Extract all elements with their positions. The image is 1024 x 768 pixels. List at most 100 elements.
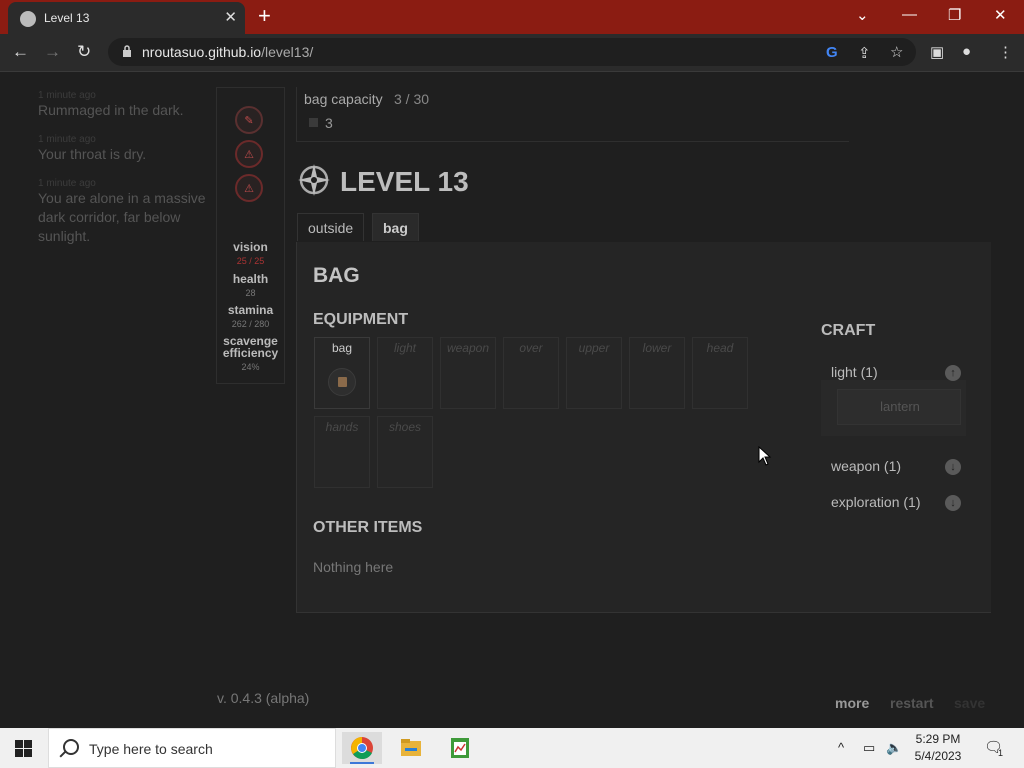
level-title: LEVEL 13 (340, 166, 469, 197)
menu-kebab-icon[interactable]: ⋮ (998, 43, 1013, 61)
forward-button[interactable]: → (44, 42, 61, 62)
perk-thirst-warning-icon[interactable]: ⚠ (235, 140, 263, 168)
tray-overflow-chevron-icon[interactable]: ^ (838, 740, 844, 755)
taskbar-clock[interactable]: 5:29 PM 5/4/2023 (908, 731, 968, 765)
chrome-taskbar-icon[interactable] (342, 732, 382, 764)
equipment-slot-weapon[interactable]: weapon (440, 337, 496, 409)
windows-start-icon[interactable] (15, 740, 32, 757)
notepad-app-icon[interactable] (440, 732, 480, 764)
slot-label: head (706, 341, 734, 355)
equipment-slot-head[interactable]: head (692, 337, 748, 409)
browser-toolbar: ← → ↻ nroutasuo.github.io/level13/ G ⇪ ☆… (0, 34, 1024, 72)
expand-down-icon[interactable]: ↓ (945, 495, 961, 511)
slot-label: lower (642, 341, 672, 355)
perk-pencil-icon[interactable]: ✎ (235, 106, 263, 134)
collapse-up-icon[interactable]: ↑ (945, 365, 961, 381)
tab-search-chevron-icon[interactable]: ⌄ (856, 6, 869, 24)
address-bar[interactable]: nroutasuo.github.io/level13/ G ⇪ ☆ (108, 38, 916, 66)
tab-title: Level 13 (44, 11, 90, 25)
windows-taskbar: Type here to search ^ ▭ 🔈 5:29 PM 5/4/20… (0, 728, 1024, 768)
bag-capacity-box: bag capacity 3 / 30 3 (296, 87, 849, 142)
scavenge-efficiency-label: scavenge efficiency (222, 334, 279, 360)
equipment-slot-over[interactable]: over (503, 337, 559, 409)
tab-close-icon[interactable]: ✕ (224, 8, 237, 26)
log-time: 1 minute ago (38, 134, 96, 145)
slot-label: light (393, 341, 416, 355)
perk-hunger-warning-icon[interactable]: ⚠ (235, 174, 263, 202)
close-window-button[interactable]: ✕ (994, 6, 1007, 24)
google-lens-icon[interactable]: G (826, 44, 838, 61)
browser-tab-strip: Level 13 ✕ + ⌄ — ❐ ✕ (0, 0, 1024, 34)
search-icon (63, 739, 79, 755)
recipe-label: lantern (880, 399, 920, 414)
save-link[interactable]: save (954, 695, 985, 711)
player-stats-panel: ✎ ⚠ ⚠ vision 25 / 25 health 28 stamina 2… (216, 87, 285, 384)
stamina-label: stamina (227, 303, 274, 317)
bag-heading: BAG (313, 264, 360, 287)
craft-lantern-button[interactable]: lantern (837, 389, 961, 425)
craft-category-light[interactable]: light (1) (831, 364, 878, 380)
craft-category-weapon[interactable]: weapon (1) (831, 458, 901, 474)
craft-heading: CRAFT (821, 322, 876, 339)
bookmark-star-icon[interactable]: ☆ (890, 43, 903, 61)
equipment-slot-light[interactable]: light (377, 337, 433, 409)
restore-button[interactable]: ❐ (948, 6, 961, 24)
health-value: 28 (245, 288, 256, 298)
equipment-slot-bag[interactable]: bag (314, 337, 370, 409)
notification-count-badge: 1 (998, 748, 1004, 758)
slot-label: hands (325, 420, 359, 434)
version-text: v. 0.4.3 (alpha) (217, 690, 310, 706)
share-icon[interactable]: ⇪ (858, 44, 871, 62)
log-message: You are alone in a massive dark corridor… (38, 190, 206, 244)
reload-button[interactable]: ↻ (77, 42, 91, 62)
slot-label: upper (578, 341, 610, 355)
bag-capacity-label: bag capacity (304, 91, 383, 107)
slot-label: over (519, 341, 543, 355)
bag-item-swatch-icon (309, 118, 318, 127)
taskbar-search-box[interactable]: Type here to search (48, 728, 336, 768)
new-tab-button[interactable]: + (258, 4, 271, 28)
browser-tab[interactable]: Level 13 ✕ (8, 2, 245, 34)
tab-bag[interactable]: bag (372, 213, 419, 241)
tab-outside[interactable]: outside (297, 213, 365, 241)
clock-time: 5:29 PM (915, 732, 961, 746)
compass-icon (298, 164, 330, 196)
mouse-cursor-icon (758, 446, 772, 466)
network-icon[interactable]: ▭ (863, 740, 875, 756)
other-items-heading: OTHER ITEMS (313, 519, 423, 536)
volume-icon[interactable]: 🔈 (886, 740, 902, 756)
vision-label: vision (233, 240, 268, 254)
scavenge-efficiency-value: 24% (241, 362, 260, 372)
log-message: Your throat is dry. (38, 146, 147, 162)
log-time: 1 minute ago (38, 90, 96, 101)
health-label: health (232, 272, 269, 286)
expand-down-icon[interactable]: ↓ (945, 459, 961, 475)
game-page: 1 minute ago Rummaged in the dark. 1 min… (0, 72, 1024, 728)
more-link[interactable]: more (835, 695, 869, 711)
other-items-empty-text: Nothing here (313, 559, 394, 575)
side-panel-icon[interactable]: ▣ (930, 43, 944, 61)
slot-label: shoes (388, 420, 422, 434)
clock-date: 5/4/2023 (914, 749, 962, 763)
site-favicon-icon (20, 11, 36, 27)
lock-icon (123, 45, 131, 57)
message-log: 1 minute ago Rummaged in the dark. 1 min… (38, 90, 218, 260)
restart-link[interactable]: restart (890, 695, 934, 711)
slot-label: bag (331, 341, 353, 355)
equipment-slot-hands[interactable]: hands (314, 416, 370, 488)
minimize-button[interactable]: — (902, 6, 917, 23)
equipment-slot-upper[interactable]: upper (566, 337, 622, 409)
equipment-slot-lower[interactable]: lower (629, 337, 685, 409)
profile-icon[interactable]: ● (962, 43, 971, 60)
equipment-heading: EQUIPMENT (313, 311, 409, 328)
bag-item-icon[interactable] (328, 368, 356, 396)
equipment-slot-shoes[interactable]: shoes (377, 416, 433, 488)
stamina-value: 262 / 280 (231, 319, 270, 329)
slot-label: weapon (446, 341, 490, 355)
log-entry: 1 minute ago You are alone in a massive … (38, 178, 218, 246)
log-message: Rummaged in the dark. (38, 102, 184, 118)
craft-category-exploration[interactable]: exploration (1) (831, 494, 921, 510)
bag-capacity-value: 3 / 30 (394, 91, 430, 107)
back-button[interactable]: ← (12, 42, 29, 62)
file-explorer-icon[interactable] (391, 732, 431, 764)
